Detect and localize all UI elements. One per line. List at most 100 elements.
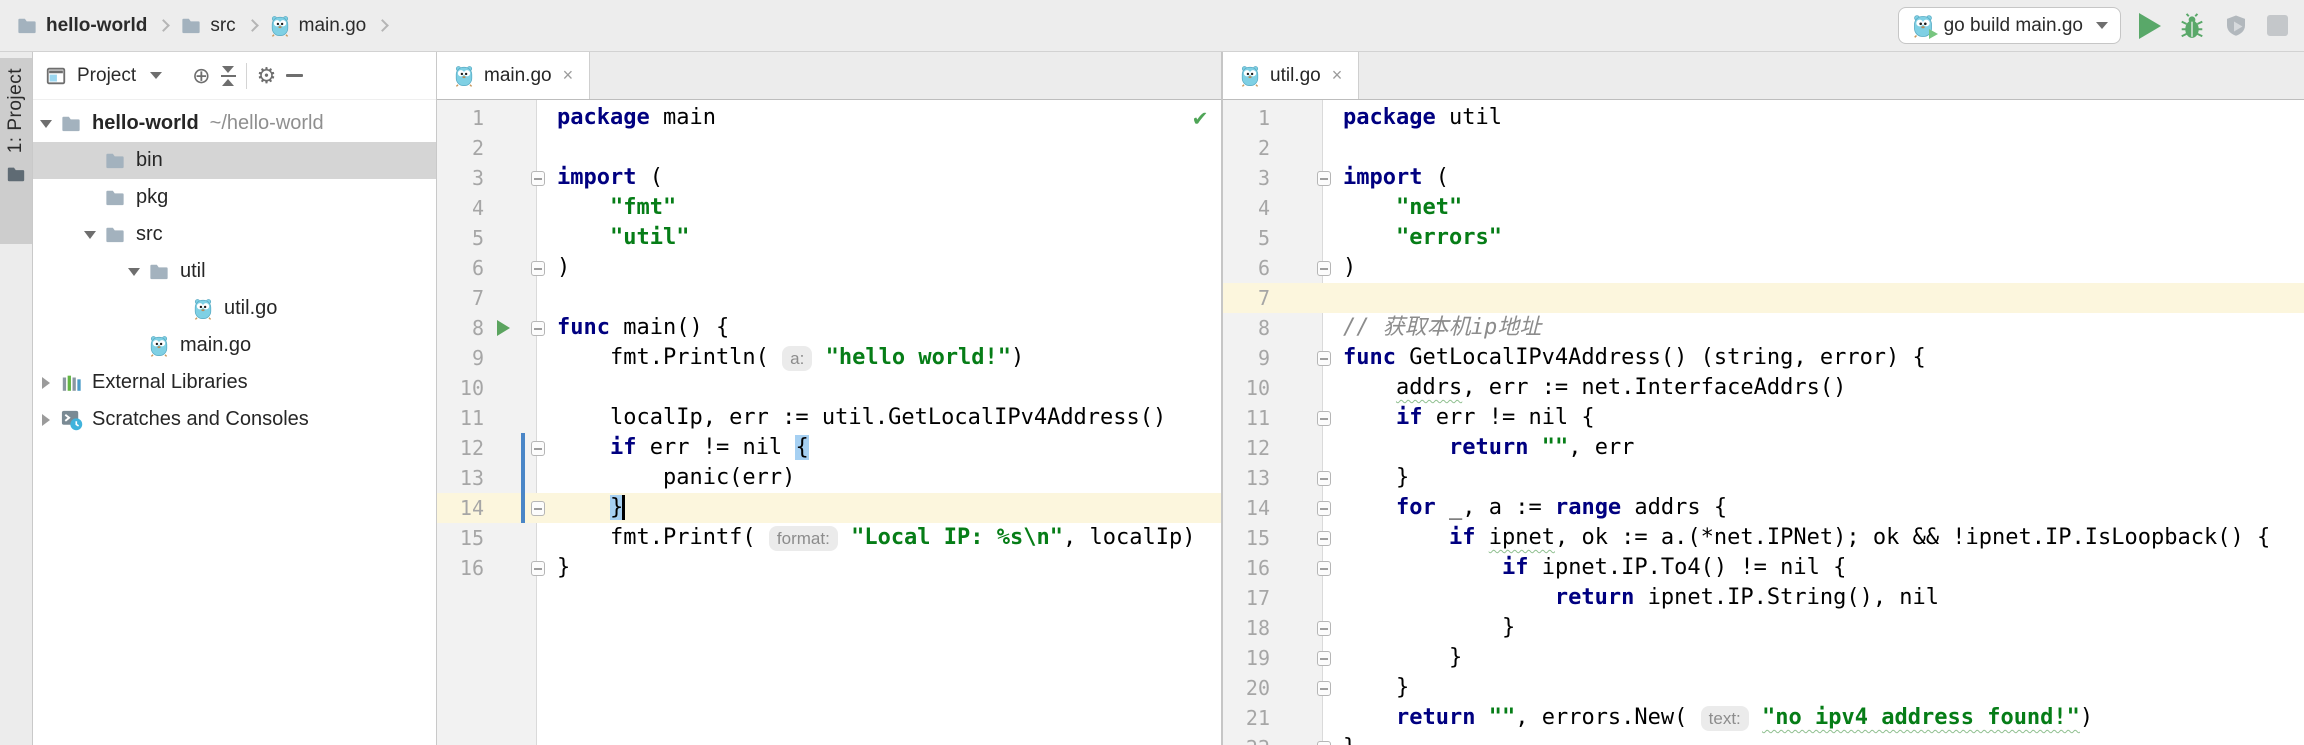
code-line[interactable]: 8 func main() { [437,313,1221,343]
code-line[interactable]: 12 return "", err [1223,433,2304,463]
code-line[interactable]: 4 "fmt" [437,193,1221,223]
code-editor-main-go[interactable]: 1 package main 2 3 import (4 "fmt" 5 "util" 6)… [437,100,1221,745]
fold-start-icon[interactable] [1317,411,1331,426]
code-line[interactable]: 13 panic(err) [437,463,1221,493]
code-line[interactable]: 10 addrs, err := net.InterfaceAddrs() [1223,373,2304,403]
code-line[interactable]: 1 package util [1223,103,2304,133]
chevron-expanded-icon[interactable] [121,267,147,276]
code-line[interactable]: 17 return ipnet.IP.String(), nil [1223,583,2304,613]
code-line[interactable]: 16 if ipnet.IP.To4() != nil { [1223,553,2304,583]
run-with-coverage-button[interactable] [2223,13,2249,39]
chevron-down-icon[interactable] [150,72,163,79]
code-line[interactable]: 5 "util" [437,223,1221,253]
fold-start-icon[interactable] [1317,351,1331,366]
code-line[interactable]: 9 fmt.Println( a: "hello world!") [437,343,1221,373]
tree-item-external-libraries[interactable]: External Libraries [33,364,436,401]
fold-start-icon[interactable] [1317,531,1331,546]
breadcrumb-item[interactable]: hello-world [16,15,147,37]
code-line[interactable]: 11 if err != nil { [1223,403,2304,433]
close-icon[interactable]: × [1332,65,1343,86]
code-line[interactable]: 4 "net" [1223,193,2304,223]
code-line[interactable]: 20 } [1223,673,2304,703]
tree-item-util[interactable]: util [33,253,436,290]
fold-end-icon[interactable] [1317,261,1331,276]
code-line[interactable]: 14 } [437,493,1221,523]
code-token: import [1343,165,1423,190]
line-number: 4 [1257,196,1270,220]
settings-gear-icon[interactable]: ⚙ [257,64,277,87]
code-line[interactable]: 1 package main [437,103,1221,133]
code-line[interactable]: 6) [1223,253,2304,283]
locate-icon[interactable]: ⊕ [192,64,210,87]
fold-start-icon[interactable] [531,171,545,186]
code-line[interactable]: 7 [1223,283,2304,313]
code-line[interactable]: 2 [1223,133,2304,163]
tree-item-util-go[interactable]: util.go [33,290,436,327]
run-gutter-icon[interactable] [497,320,510,336]
stop-button[interactable] [2267,15,2288,36]
gutter-icons [1279,373,1323,403]
parameter-hint: text: [1700,705,1749,731]
code-line[interactable]: 10 [437,373,1221,403]
close-icon[interactable]: × [563,65,574,86]
code-line[interactable]: 15 fmt.Printf( format: "Local IP: %s\n",… [437,523,1221,553]
code-line[interactable]: 15 if ipnet, ok := a.(*net.IPNet); ok &&… [1223,523,2304,553]
tree-item-bin[interactable]: bin [33,142,436,179]
fold-end-icon[interactable] [1317,681,1331,696]
gutter-icons [493,223,537,253]
code-line[interactable]: 19 } [1223,643,2304,673]
code-line[interactable]: 12 if err != nil { [437,433,1221,463]
tool-window-button-project[interactable]: 1: Project [0,58,32,244]
fold-end-icon[interactable] [1317,621,1331,636]
code-line[interactable]: 14 for _, a := range addrs { [1223,493,2304,523]
code-line[interactable]: 7 [437,283,1221,313]
breadcrumb-item[interactable]: src [180,15,236,37]
tree-item-scratches-and-consoles[interactable]: Scratches and Consoles [33,401,436,438]
code-line[interactable]: 21 return "", errors.New( text: "no ipv4… [1223,703,2304,733]
tab-main-go[interactable]: main.go × [437,52,591,99]
code-line[interactable]: 11 localIp, err := util.GetLocalIPv4Addr… [437,403,1221,433]
fold-start-icon[interactable] [531,441,545,456]
fold-start-icon[interactable] [1317,501,1331,516]
code-line[interactable]: 22} [1223,733,2304,745]
project-panel-title[interactable]: Project [77,65,136,87]
code-line[interactable]: 18 } [1223,613,2304,643]
code-editor-util-go[interactable]: 1 package util 2 3 import (4 "net" 5 "errors"… [1223,100,2304,745]
tree-item-src[interactable]: src [33,216,436,253]
tab-util-go[interactable]: util.go × [1223,52,1360,99]
run-config-select[interactable]: go build main.go [1897,7,2121,44]
fold-end-icon[interactable] [531,261,545,276]
fold-end-icon[interactable] [531,501,545,516]
fold-end-icon[interactable] [1317,471,1331,486]
chevron-expanded-icon[interactable] [77,230,103,239]
collapse-all-icon[interactable] [220,65,236,86]
code-token: "" [1488,705,1516,730]
fold-start-icon[interactable] [1317,171,1331,186]
fold-end-icon[interactable] [531,561,545,576]
run-button[interactable] [2139,12,2161,39]
breadcrumb-item[interactable]: main.go [269,15,366,37]
tree-item-main-go[interactable]: main.go [33,327,436,364]
gutter-icons [493,553,545,583]
code-line[interactable]: 3 import ( [437,163,1221,193]
code-line[interactable]: 9 func GetLocalIPv4Address() (string, err… [1223,343,2304,373]
tree-item-pkg[interactable]: pkg [33,179,436,216]
chevron-collapsed-icon[interactable] [33,413,59,426]
debug-button[interactable] [2179,12,2205,39]
tree-item-hello-world[interactable]: hello-world ~/hello-world [33,105,436,142]
fold-start-icon[interactable] [531,321,545,336]
code-line[interactable]: 8 // 获取本机ip地址 [1223,313,2304,343]
code-line[interactable]: 3 import ( [1223,163,2304,193]
fold-end-icon[interactable] [1317,741,1331,745]
code-line[interactable]: 5 "errors" [1223,223,2304,253]
code-line[interactable]: 16} [437,553,1221,583]
code-line[interactable]: 13 } [1223,463,2304,493]
fold-end-icon[interactable] [1317,651,1331,666]
hide-icon[interactable] [286,74,304,77]
code-line[interactable]: 2 [437,133,1221,163]
chevron-collapsed-icon[interactable] [33,376,59,389]
fold-start-icon[interactable] [1317,561,1331,576]
chevron-expanded-icon[interactable] [33,119,59,128]
code-line[interactable]: 6) [437,253,1221,283]
